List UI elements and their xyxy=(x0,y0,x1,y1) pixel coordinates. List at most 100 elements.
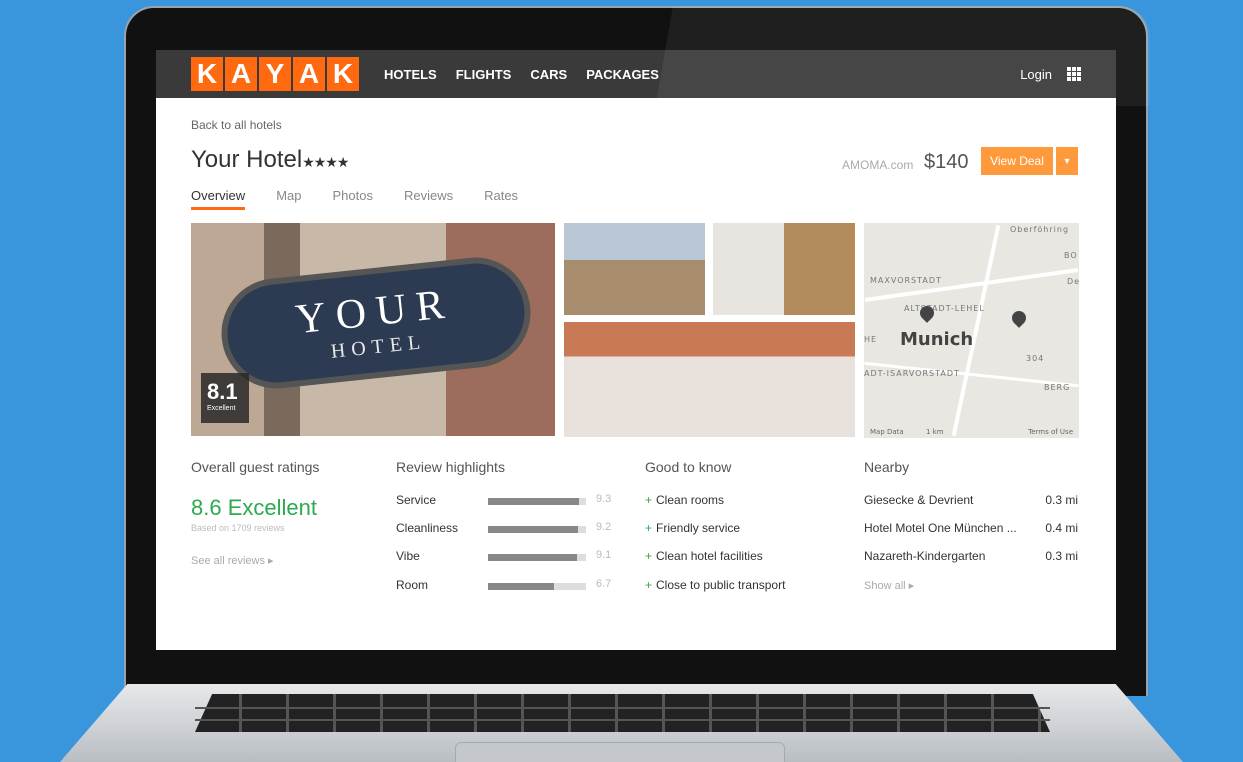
nearby-distance: 0.3 mi xyxy=(1045,549,1078,563)
tab-photos[interactable]: Photos xyxy=(332,188,372,210)
nearby-item[interactable]: Giesecke & Devrient 0.3 mi xyxy=(864,493,1078,507)
nearby-name: Nazareth-Kindergarten xyxy=(864,549,986,563)
apps-grid-icon[interactable] xyxy=(1067,67,1081,81)
nearby-heading: Nearby xyxy=(864,459,910,475)
map-terms-link[interactable]: Terms of Use xyxy=(1028,428,1073,436)
hotel-tabs: Overview Map Photos Reviews Rates xyxy=(191,188,518,210)
browser-screen: K A Y A K HOTELS FLIGHTS CARS PACKAGES L… xyxy=(156,50,1116,650)
highlight-bar-fill xyxy=(488,554,578,561)
nearby-distance: 0.4 mi xyxy=(1045,521,1078,535)
plus-icon: + xyxy=(645,549,653,563)
photo-score-badge: 8.1 Excellent xyxy=(201,373,249,423)
ratings-heading: Overall guest ratings xyxy=(191,459,320,475)
highlight-label: Room xyxy=(396,578,429,592)
logo-letter: Y xyxy=(259,57,291,91)
tab-rates[interactable]: Rates xyxy=(484,188,518,210)
nav-hotels[interactable]: HOTELS xyxy=(384,67,437,82)
nearby-name: Giesecke & Devrient xyxy=(864,493,974,507)
map-label: De xyxy=(1067,277,1079,286)
photo-score-value: 8.1 xyxy=(207,379,238,404)
highlight-bar-fill xyxy=(488,526,579,533)
top-navigation-bar: K A Y A K HOTELS FLIGHTS CARS PACKAGES L… xyxy=(156,50,1116,98)
highlight-row: Room 6.7 xyxy=(396,578,616,598)
see-all-reviews-link[interactable]: See all reviews ▸ xyxy=(191,554,274,567)
highlight-label: Cleanliness xyxy=(396,521,459,535)
tab-map[interactable]: Map xyxy=(276,188,301,210)
main-nav: HOTELS FLIGHTS CARS PACKAGES xyxy=(384,67,659,82)
highlight-value: 9.1 xyxy=(596,549,612,561)
highlight-label: Vibe xyxy=(396,549,420,563)
good-to-know-text: Clean hotel facilities xyxy=(656,549,763,563)
map-city-label: Munich xyxy=(900,329,974,350)
sign-text-top: YOUR xyxy=(293,280,457,343)
plus-icon: + xyxy=(645,521,653,535)
map-label: ADT-ISARVORSTADT xyxy=(864,369,960,378)
nearby-name: Hotel Motel One München ... xyxy=(864,521,1017,535)
nearby-distance: 0.3 mi xyxy=(1045,493,1078,507)
keyboard-row-divider xyxy=(195,707,1050,709)
view-deal-button[interactable]: View Deal xyxy=(981,147,1053,175)
highlight-bar xyxy=(488,526,586,533)
nav-packages[interactable]: PACKAGES xyxy=(586,67,659,82)
map-label: MAXVORSTADT xyxy=(870,276,942,285)
plus-icon: + xyxy=(645,493,653,507)
plus-icon: + xyxy=(645,578,653,592)
deal-dropdown-button[interactable]: ▾ xyxy=(1056,147,1078,175)
highlight-bar xyxy=(488,554,586,561)
good-to-know-item: + Friendly service xyxy=(645,521,740,535)
hotel-photo-building[interactable] xyxy=(564,223,705,315)
map-label: ALTSTADT-LEHEL xyxy=(904,304,985,313)
highlight-bar-fill xyxy=(488,498,580,505)
keyboard-row-divider xyxy=(195,719,1050,721)
photo-score-label: Excellent xyxy=(207,405,236,412)
good-to-know-text: Clean rooms xyxy=(656,493,725,507)
map-scale-label: 1 km xyxy=(926,428,944,436)
map-label: BERG xyxy=(1044,383,1071,392)
kayak-logo[interactable]: K A Y A K xyxy=(191,57,359,91)
laptop-keyboard xyxy=(195,694,1050,732)
good-to-know-item: + Clean hotel facilities xyxy=(645,549,763,563)
main-hotel-photo[interactable]: YOUR HOTEL 8.1 Excellent xyxy=(191,223,555,436)
good-to-know-item: + Close to public transport xyxy=(645,578,785,592)
highlight-row: Cleanliness 9.2 xyxy=(396,521,616,541)
overall-score: 8.6 Excellent xyxy=(191,495,317,520)
reviews-count: Based on 1709 reviews xyxy=(191,523,285,533)
back-to-hotels-link[interactable]: Back to all hotels xyxy=(191,118,282,132)
hotel-photo-table[interactable] xyxy=(713,223,855,315)
map-label: Oberföhring xyxy=(1010,225,1070,234)
good-to-know-heading: Good to know xyxy=(645,459,732,475)
good-to-know-item: + Clean rooms xyxy=(645,493,724,507)
highlight-value: 9.3 xyxy=(596,493,612,505)
hotel-name: Your Hotel xyxy=(191,146,303,173)
highlight-bar xyxy=(488,498,586,505)
show-all-nearby-link[interactable]: Show all ▸ xyxy=(864,579,914,592)
logo-letter: A xyxy=(225,57,257,91)
nav-flights[interactable]: FLIGHTS xyxy=(456,67,512,82)
hotel-title: Your Hotel★★★★ xyxy=(191,146,349,174)
map-label: HE xyxy=(864,335,878,344)
tab-overview[interactable]: Overview xyxy=(191,188,246,210)
login-link[interactable]: Login xyxy=(1020,67,1052,82)
highlights-heading: Review highlights xyxy=(396,459,505,475)
location-map[interactable]: Oberföhring MAXVORSTADT ALTSTADT-LEHEL M… xyxy=(864,223,1079,438)
highlight-label: Service xyxy=(396,493,437,507)
highlight-value: 6.7 xyxy=(596,578,612,590)
good-to-know-text: Friendly service xyxy=(656,521,741,535)
hotel-photo-bedroom[interactable] xyxy=(564,322,855,437)
logo-letter: K xyxy=(327,57,359,91)
laptop-trackpad xyxy=(455,742,785,762)
highlight-bar xyxy=(488,583,586,590)
deal-price: $140 xyxy=(924,151,969,173)
map-pin-icon[interactable] xyxy=(1009,308,1029,328)
highlight-bar-fill xyxy=(488,583,554,590)
highlight-row: Service 9.3 xyxy=(396,493,616,513)
nearby-item[interactable]: Nazareth-Kindergarten 0.3 mi xyxy=(864,549,1078,563)
nearby-item[interactable]: Hotel Motel One München ... 0.4 mi xyxy=(864,521,1078,535)
tab-reviews[interactable]: Reviews xyxy=(404,188,453,210)
logo-letter: A xyxy=(293,57,325,91)
nav-cars[interactable]: CARS xyxy=(530,67,567,82)
logo-letter: K xyxy=(191,57,223,91)
highlight-value: 9.2 xyxy=(596,521,612,533)
hotel-stars: ★★★★ xyxy=(302,154,349,170)
deal-provider: AMOMA.com xyxy=(842,158,914,172)
